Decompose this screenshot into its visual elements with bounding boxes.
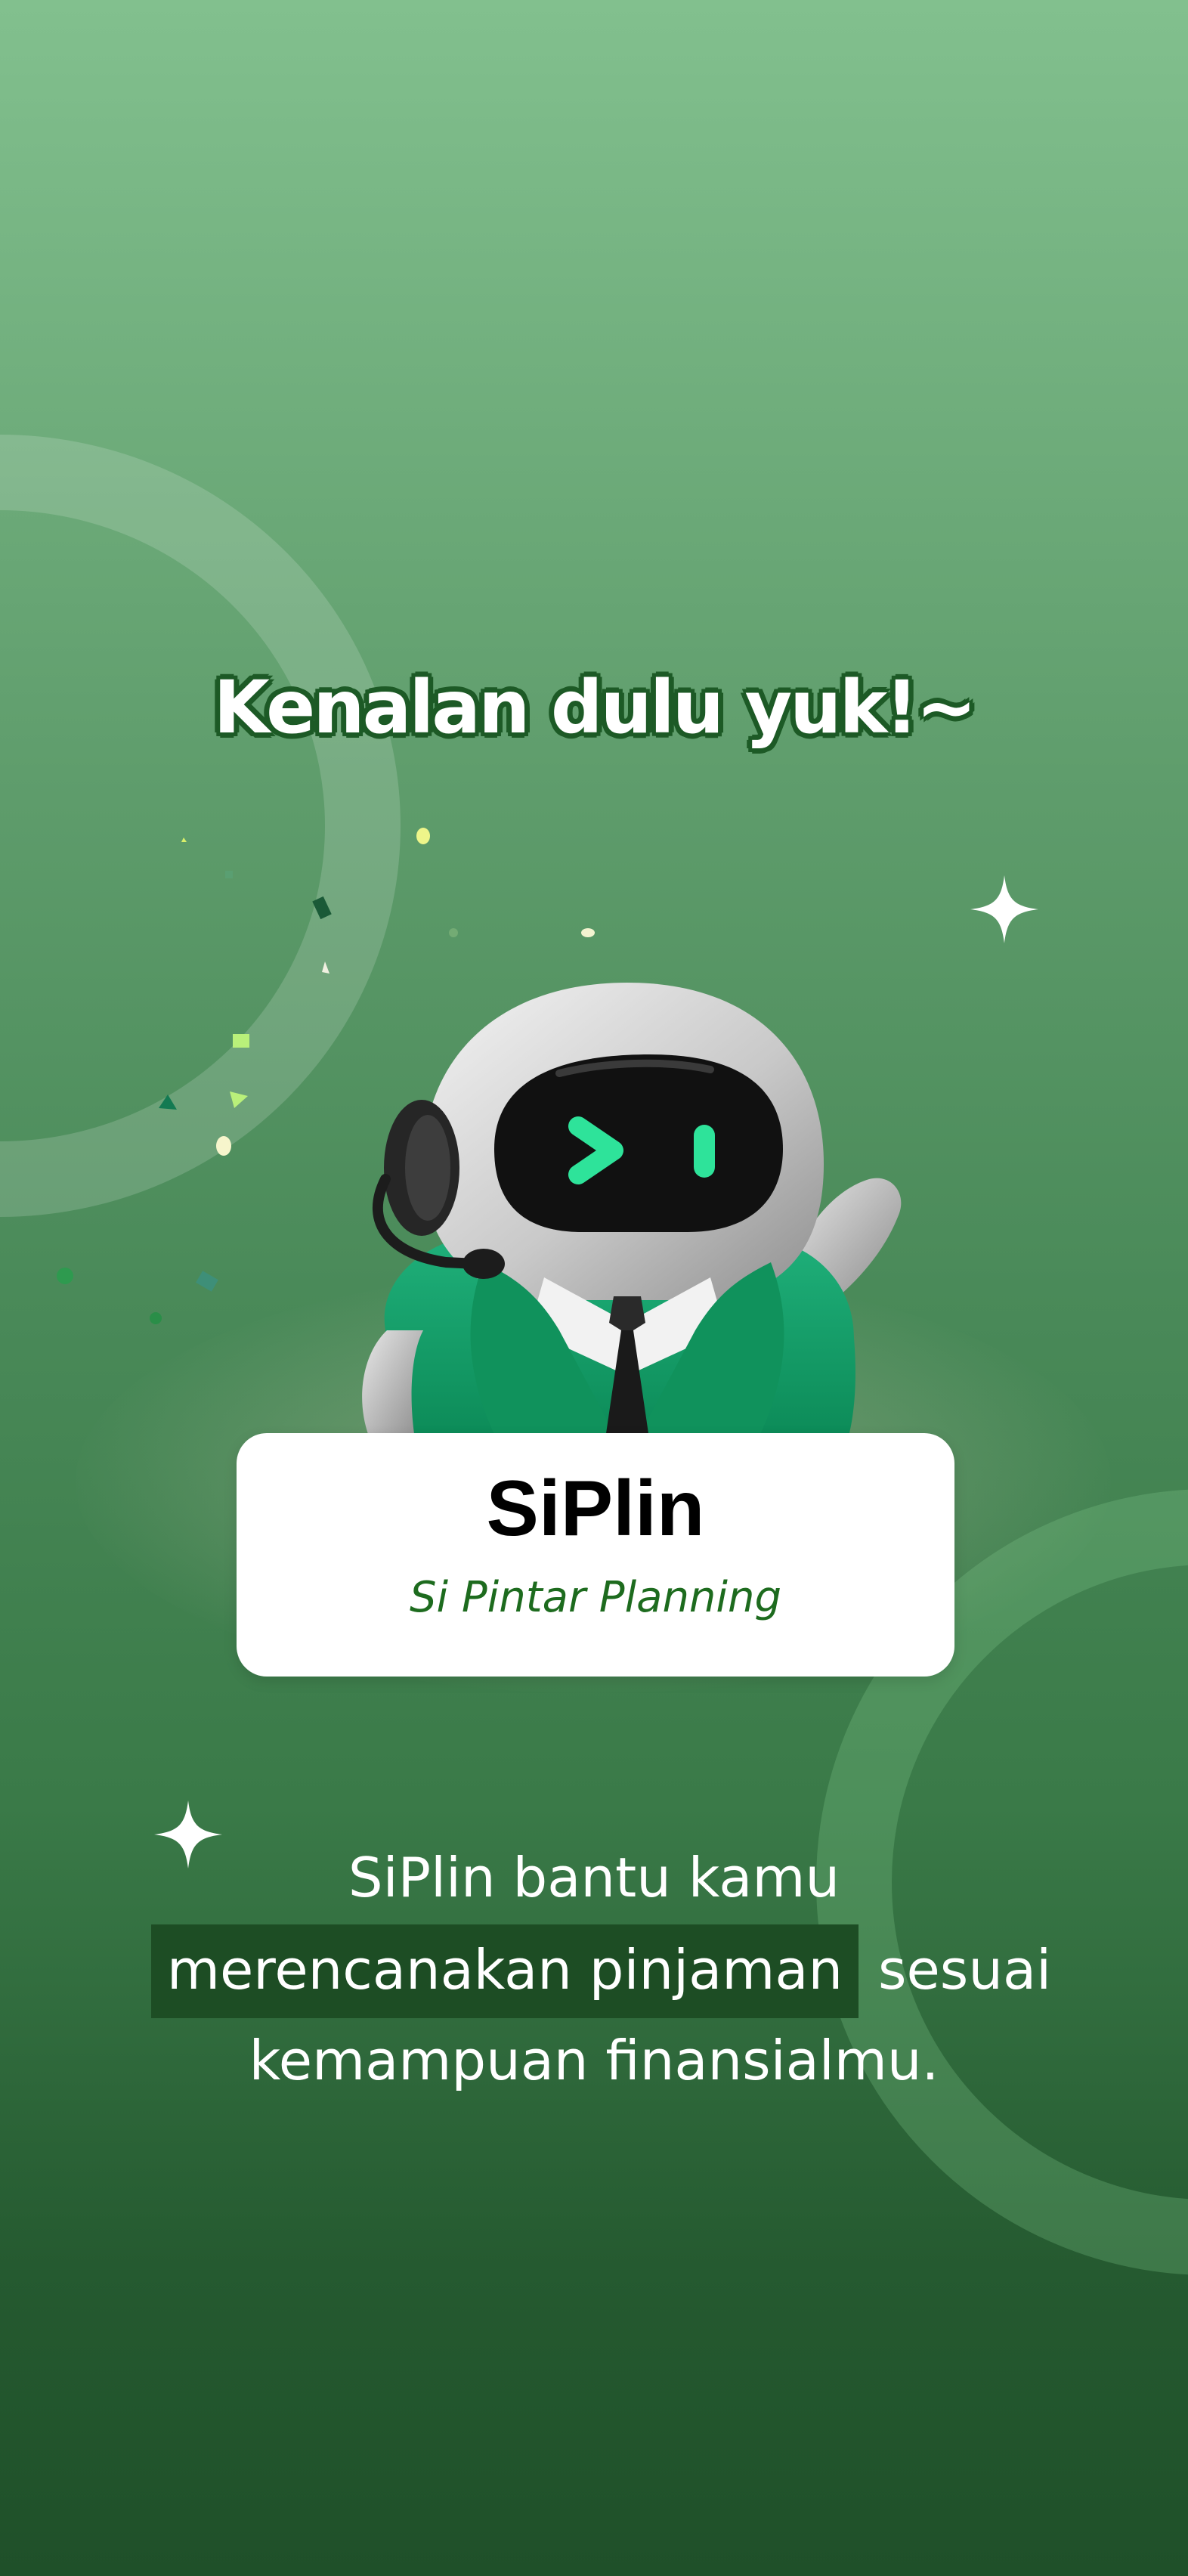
description-line-1: SiPlin bantu kamu <box>348 1846 840 1909</box>
mascot-tagline: Si Pintar Planning <box>409 1573 782 1622</box>
highlight-text: merencanakan pinjaman <box>166 1938 843 2002</box>
description-line-2: merencanakan pinjaman sesuai <box>0 1924 1188 2018</box>
onboarding-screen: Kenalan dulu yuk!~ SiPlin Si Pintar Plan… <box>0 0 1188 2576</box>
name-card: SiPlin Si Pintar Planning <box>237 1433 954 1677</box>
mascot-name: SiPlin <box>486 1465 705 1553</box>
intro-headline: Kenalan dulu yuk!~ <box>213 665 976 750</box>
description-line-2-rest: sesuai <box>878 1938 1052 2002</box>
description-line-3: kemampuan finansialmu. <box>249 2029 939 2092</box>
robot-mascot-icon <box>362 983 902 1444</box>
sparkle-icon <box>970 875 1038 943</box>
